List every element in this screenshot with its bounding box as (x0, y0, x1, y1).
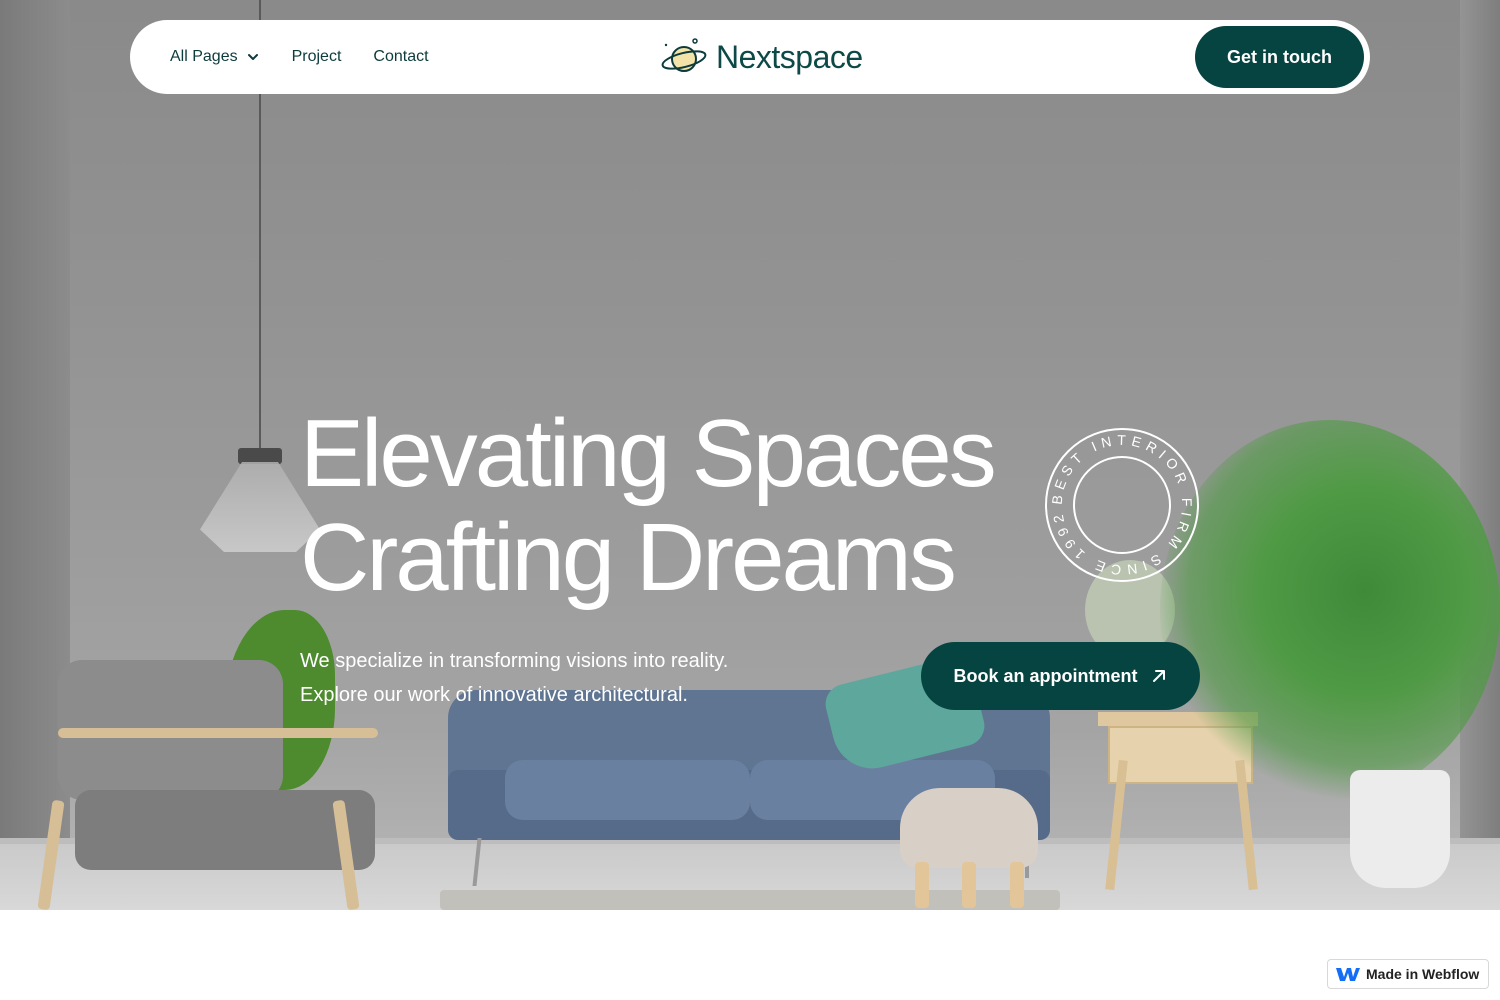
subtext-line-2: Explore our work of innovative architect… (300, 684, 688, 706)
top-navbar: All Pages Project Contact Nextspace Get … (130, 20, 1370, 94)
arrow-up-right-icon (1152, 670, 1165, 682)
nav-contact-link[interactable]: Contact (373, 48, 428, 66)
sofa-cushion-left (505, 760, 750, 820)
nav-all-pages-dropdown[interactable]: All Pages (170, 48, 260, 66)
hero-subtext: We specialize in transforming visions in… (300, 644, 728, 712)
nav-links: All Pages Project Contact (170, 20, 429, 94)
ottoman-leg (915, 862, 929, 908)
brand-logo[interactable]: Nextspace (660, 37, 863, 77)
pendant-lamp-cap (238, 448, 282, 464)
book-appointment-button[interactable]: Book an appointment (921, 642, 1200, 710)
subtext-line-1: We specialize in transforming visions in… (300, 650, 729, 672)
wall-shadow-right (1460, 0, 1500, 910)
armchair-arm (58, 728, 378, 738)
headline-line-1: Elevating Spaces (300, 400, 997, 507)
armchair-seat (75, 790, 375, 870)
webflow-logo-icon (1336, 968, 1360, 981)
get-in-touch-button[interactable]: Get in touch (1195, 26, 1364, 88)
palm-plant-right (1160, 420, 1500, 800)
book-appointment-label: Book an appointment (953, 665, 1138, 686)
ottoman-leg (962, 862, 976, 908)
nav-project-link[interactable]: Project (292, 48, 342, 66)
hero-headline: Elevating Spaces Crafting Dreams (300, 402, 1060, 610)
webflow-badge-label: Made in Webflow (1366, 966, 1480, 982)
chevron-down-icon (247, 54, 258, 60)
plant-pot (1350, 770, 1450, 888)
nav-all-pages-label: All Pages (170, 48, 238, 65)
brand-name: Nextspace (716, 38, 863, 75)
ottoman (900, 788, 1038, 868)
planet-logo-icon (661, 38, 707, 72)
ottoman-leg (1010, 862, 1024, 908)
since-badge-seal: BEST INTERIOR FIRM SINCE 1992 • (1044, 427, 1199, 582)
headline-line-2: Crafting Dreams (300, 504, 957, 611)
made-in-webflow-badge[interactable]: Made in Webflow (1327, 959, 1489, 989)
